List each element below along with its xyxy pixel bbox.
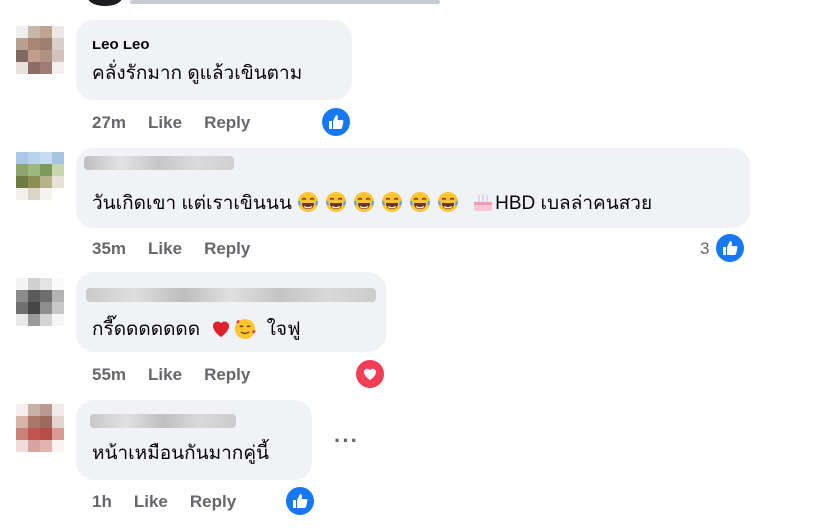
cropped-avatar <box>88 0 122 6</box>
comment-text: หน้าเหมือนกันมากคู่นี้ <box>92 443 270 464</box>
cropped-text <box>130 0 440 4</box>
like-icon[interactable] <box>714 232 746 264</box>
like-icon[interactable] <box>284 485 316 517</box>
comment-actions: 35m Like Reply <box>92 239 272 259</box>
comment-bubble: วันเกิดเขา แต่เราเขินนน HBD เบลล่าคนสวย <box>76 148 750 228</box>
reply-button[interactable]: Reply <box>204 113 250 132</box>
reply-button[interactable]: Reply <box>190 492 236 511</box>
laughing-emoji <box>409 192 430 212</box>
reaction-count[interactable]: 3 <box>700 239 709 259</box>
laughing-emoji <box>325 192 346 212</box>
comment-text: กรี๊ดดดดดดด ใจฟู <box>92 316 301 342</box>
more-options-button[interactable]: ··· <box>334 428 359 454</box>
comment-actions: 55m Like Reply <box>92 365 272 385</box>
reply-button[interactable]: Reply <box>204 239 250 258</box>
laugh-emoji-group <box>292 192 460 214</box>
laughing-emoji <box>297 192 318 212</box>
comment-text: วันเกิดเขา แต่เราเขินนน HBD เบลล่าคนสวย <box>92 190 652 216</box>
avatar[interactable] <box>16 152 64 200</box>
cake-emoji <box>474 194 493 211</box>
like-button[interactable]: Like <box>148 239 182 258</box>
comment-author-blurred[interactable] <box>90 414 236 428</box>
comment-author[interactable]: Leo Leo <box>92 41 150 53</box>
smiling-face-with-hearts-emoji <box>235 319 256 339</box>
comment-author-blurred[interactable] <box>86 288 376 302</box>
avatar[interactable] <box>16 278 64 326</box>
laughing-emoji <box>381 192 402 212</box>
comment-author-blurred[interactable] <box>84 156 234 170</box>
comment-bubble: กรี๊ดดดดดดด ใจฟู <box>76 272 386 352</box>
comment-bubble: หน้าเหมือนกันมากคู่นี้ <box>76 400 312 480</box>
like-icon[interactable] <box>320 106 352 138</box>
comment-actions: 1h Like Reply <box>92 492 258 512</box>
comment-text-part: วันเกิดเขา แต่เราเขินนน <box>92 193 292 214</box>
laughing-emoji <box>437 192 458 212</box>
comment-time[interactable]: 35m <box>92 239 126 258</box>
comment-time[interactable]: 55m <box>92 365 126 384</box>
comment-bubble: Leo Leo คลั่งรักมาก ดูแล้วเขินตาม <box>76 20 352 100</box>
laughing-emoji <box>353 192 374 212</box>
comment-text-part: HBD เบลล่าคนสวย <box>495 193 653 214</box>
avatar[interactable] <box>16 404 64 452</box>
comment-text: คลั่งรักมาก ดูแล้วเขินตาม <box>92 63 303 84</box>
comment-time[interactable]: 1h <box>92 492 112 511</box>
comment-text-part: กรี๊ดดดดดดด <box>92 319 201 340</box>
like-button[interactable]: Like <box>148 113 182 132</box>
like-button[interactable]: Like <box>134 492 168 511</box>
comment-actions: 27m Like Reply <box>92 113 272 133</box>
heart-icon[interactable] <box>354 358 386 390</box>
heart-emoji <box>213 321 230 337</box>
avatar[interactable] <box>16 26 64 74</box>
comment-text-part: ใจฟู <box>266 319 301 340</box>
reply-button[interactable]: Reply <box>204 365 250 384</box>
like-button[interactable]: Like <box>148 365 182 384</box>
comment-time[interactable]: 27m <box>92 113 126 132</box>
